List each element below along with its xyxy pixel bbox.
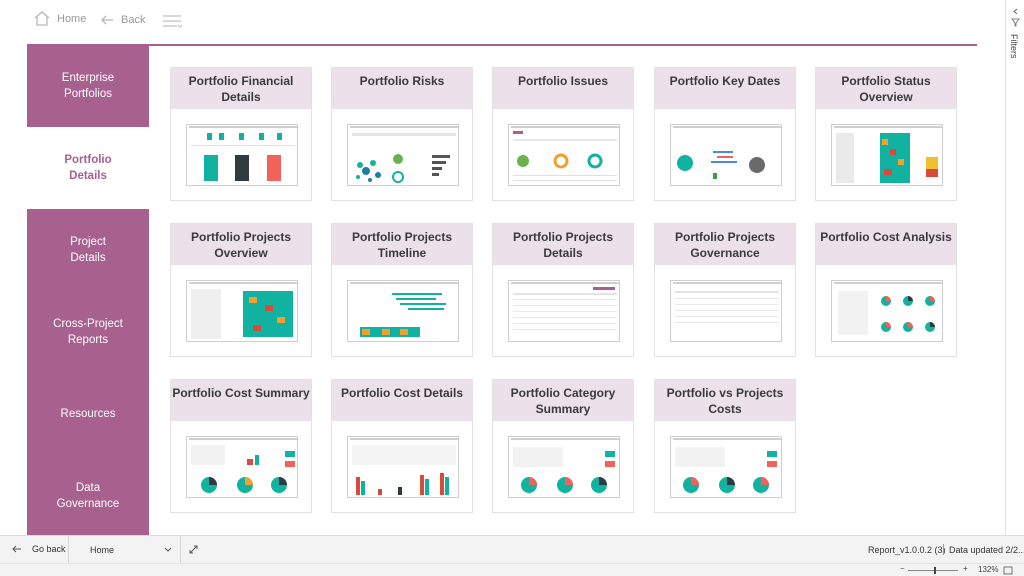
home-icon bbox=[34, 11, 50, 26]
card-title: Portfolio Projects Details bbox=[493, 224, 633, 265]
back-nav-button[interactable]: Back bbox=[100, 14, 145, 26]
status-bar: − + 132% bbox=[0, 563, 1024, 576]
thumbnail-status-overview bbox=[831, 124, 943, 186]
go-back-label: Go back bbox=[32, 544, 66, 554]
expand-icon[interactable] bbox=[189, 545, 198, 554]
report-topbar: Home Back bbox=[0, 0, 1005, 44]
home-nav-button[interactable]: Home bbox=[33, 10, 86, 27]
bottom-navigation-bar: Go back Home Report_v1.0.0.2 (3) Data up… bbox=[0, 535, 1024, 563]
sidebar-item-resources[interactable]: Resources bbox=[27, 373, 149, 455]
thumbnail-financial-details bbox=[186, 124, 298, 186]
card-portfolio-projects-details[interactable]: Portfolio Projects Details bbox=[492, 223, 634, 357]
report-version-label: Report_v1.0.0.2 (3) bbox=[868, 545, 946, 555]
thumbnail-cost-details bbox=[347, 436, 459, 498]
data-updated-label: Data updated 2/2... bbox=[949, 545, 1024, 555]
card-title: Portfolio Projects Overview bbox=[171, 224, 311, 265]
report-canvas: Home Back Enterprise Portfolios Portfoli… bbox=[0, 0, 1005, 535]
card-title: Portfolio Financial Details bbox=[171, 68, 311, 109]
card-portfolio-projects-overview[interactable]: Portfolio Projects Overview bbox=[170, 223, 312, 357]
thumbnail-issues bbox=[508, 124, 620, 186]
card-portfolio-category-summary[interactable]: Portfolio Category Summary bbox=[492, 379, 634, 513]
card-portfolio-key-dates[interactable]: Portfolio Key Dates bbox=[654, 67, 796, 201]
home-nav-label: Home bbox=[57, 12, 87, 25]
sidebar-item-portfolio-details[interactable]: Portfolio Details bbox=[27, 127, 149, 209]
card-portfolio-cost-summary[interactable]: Portfolio Cost Summary bbox=[170, 379, 312, 513]
card-portfolio-risks[interactable]: Portfolio Risks bbox=[331, 67, 473, 201]
fit-to-page-icon[interactable] bbox=[1003, 566, 1013, 575]
back-nav-label: Back bbox=[121, 14, 146, 26]
thumbnail-risks bbox=[347, 124, 459, 186]
go-back-button[interactable]: Go back bbox=[12, 544, 66, 554]
divider bbox=[180, 536, 181, 563]
card-title: Portfolio vs Projects Costs bbox=[655, 380, 795, 421]
sidebar-item-label: Resources bbox=[60, 408, 116, 420]
card-portfolio-issues[interactable]: Portfolio Issues bbox=[492, 67, 634, 201]
card-portfolio-cost-details[interactable]: Portfolio Cost Details bbox=[331, 379, 473, 513]
card-portfolio-vs-projects-costs[interactable]: Portfolio vs Projects Costs bbox=[654, 379, 796, 513]
sidebar-item-label: Portfolio Details bbox=[64, 154, 112, 182]
thumbnail-cost-analysis bbox=[831, 280, 943, 342]
card-title: Portfolio Key Dates bbox=[655, 68, 795, 109]
card-title: Portfolio Cost Details bbox=[332, 380, 472, 421]
page-select[interactable]: Home bbox=[78, 540, 178, 559]
filters-pane[interactable]: Filters bbox=[1005, 0, 1024, 535]
thumbnail-projects-timeline bbox=[347, 280, 459, 342]
thumbnail-projects-overview bbox=[186, 280, 298, 342]
chevron-down-icon bbox=[164, 547, 172, 552]
zoom-in-button[interactable]: + bbox=[963, 564, 968, 573]
sidebar-item-label: Cross-Project Reports bbox=[53, 318, 123, 346]
thumbnail-key-dates bbox=[670, 124, 782, 186]
chevron-left-icon[interactable] bbox=[1012, 8, 1019, 15]
filter-icon bbox=[1011, 18, 1020, 27]
zoom-slider-handle[interactable] bbox=[934, 567, 936, 574]
card-portfolio-projects-governance[interactable]: Portfolio Projects Governance bbox=[654, 223, 796, 357]
zoom-out-button[interactable]: − bbox=[900, 564, 905, 573]
filters-label: Filters bbox=[1009, 34, 1019, 59]
zoom-level-label: 132% bbox=[978, 565, 999, 574]
card-title: Portfolio Cost Analysis bbox=[816, 224, 956, 265]
menu-button[interactable] bbox=[162, 14, 182, 28]
header-divider bbox=[27, 44, 977, 46]
zoom-slider[interactable] bbox=[908, 570, 958, 571]
sidebar-item-label: Data Governance bbox=[56, 482, 120, 510]
card-portfolio-status-overview[interactable]: Portfolio Status Overview bbox=[815, 67, 957, 201]
card-title: Portfolio Status Overview bbox=[816, 68, 956, 109]
sidebar-item-enterprise-portfolios[interactable]: Enterprise Portfolios bbox=[27, 45, 149, 127]
sidebar-item-label: Enterprise Portfolios bbox=[61, 72, 115, 100]
sidebar-item-label: Project Details bbox=[70, 236, 106, 264]
card-portfolio-cost-analysis[interactable]: Portfolio Cost Analysis bbox=[815, 223, 957, 357]
card-title: Portfolio Issues bbox=[493, 68, 633, 109]
sidebar-item-cross-project-reports[interactable]: Cross-Project Reports bbox=[27, 291, 149, 373]
card-title: Portfolio Category Summary bbox=[493, 380, 633, 421]
thumbnail-category-summary bbox=[508, 436, 620, 498]
card-title: Portfolio Cost Summary bbox=[171, 380, 311, 421]
card-title: Portfolio Projects Timeline bbox=[332, 224, 472, 265]
thumbnail-projects-details bbox=[508, 280, 620, 342]
arrow-left-icon bbox=[12, 545, 21, 553]
divider bbox=[943, 544, 944, 555]
sidebar-item-project-details[interactable]: Project Details bbox=[27, 209, 149, 291]
thumbnail-projects-governance bbox=[670, 280, 782, 342]
card-title: Portfolio Risks bbox=[332, 68, 472, 109]
card-title: Portfolio Projects Governance bbox=[655, 224, 795, 265]
thumbnail-vs-projects-costs bbox=[670, 436, 782, 498]
thumbnail-cost-summary bbox=[186, 436, 298, 498]
menu-icon bbox=[163, 15, 182, 28]
arrow-left-icon bbox=[101, 15, 113, 25]
divider bbox=[68, 536, 69, 563]
card-portfolio-financial-details[interactable]: Portfolio Financial Details bbox=[170, 67, 312, 201]
page-select-value: Home bbox=[90, 544, 115, 555]
sidebar-item-data-governance[interactable]: Data Governance bbox=[27, 455, 149, 537]
card-portfolio-projects-timeline[interactable]: Portfolio Projects Timeline bbox=[331, 223, 473, 357]
sidebar-nav: Enterprise Portfolios Portfolio Details … bbox=[27, 45, 149, 535]
